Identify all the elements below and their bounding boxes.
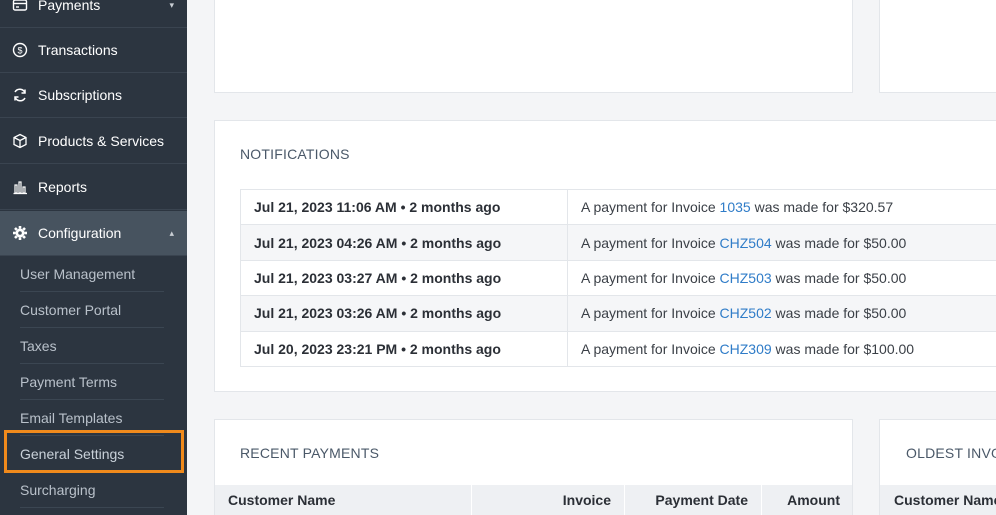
sidebar-subitem-taxes[interactable]: Taxes: [20, 328, 164, 364]
notifications-title: NOTIFICATIONS: [240, 146, 350, 162]
box-icon: [11, 132, 29, 150]
notification-message: A payment for Invoice 1035 was made for …: [568, 190, 996, 224]
sidebar-item-label: Subscriptions: [38, 87, 123, 103]
sidebar-subitem-surcharging[interactable]: Surcharging: [20, 472, 164, 508]
chevron-up-icon: ▴: [169, 227, 174, 238]
column-header-customer-name[interactable]: Customer Name: [215, 485, 472, 515]
sidebar-item-subscriptions[interactable]: Subscriptions: [0, 73, 187, 118]
message-text: was made for $320.57: [750, 199, 894, 216]
table-row: Jul 21, 2023 03:26 AM • 2 months ago A p…: [240, 296, 996, 332]
notification-message: A payment for Invoice CHZ502 was made fo…: [568, 296, 996, 330]
oldest-invoices-header: Customer Name: [880, 485, 996, 515]
top-card-right: [879, 0, 996, 93]
message-text: was made for $50.00: [771, 269, 907, 286]
notification-message: A payment for Invoice CHZ503 was made fo…: [568, 261, 996, 295]
bar-chart-icon: [11, 178, 29, 196]
column-header-payment-date[interactable]: Payment Date: [625, 485, 762, 515]
refresh-icon: [11, 86, 29, 104]
message-text: A payment for Invoice: [581, 199, 720, 216]
message-text: A payment for Invoice: [581, 269, 720, 286]
payments-icon: [11, 0, 29, 14]
notification-message: A payment for Invoice CHZ309 was made fo…: [568, 332, 996, 366]
notifications-table: Jul 21, 2023 11:06 AM • 2 months ago A p…: [240, 189, 996, 367]
sidebar-item-transactions[interactable]: $ Transactions: [0, 28, 187, 73]
sidebar-subitem-customer-portal[interactable]: Customer Portal: [20, 292, 164, 328]
gear-icon: [11, 224, 29, 242]
invoice-link[interactable]: 1035: [720, 199, 751, 215]
sidebar-item-label: Configuration: [38, 225, 122, 241]
sidebar-item-label: Reports: [38, 179, 88, 195]
column-header-customer-name[interactable]: Customer Name: [880, 485, 996, 515]
message-text: A payment for Invoice: [581, 234, 720, 251]
sidebar-item-products-services[interactable]: Products & Services: [0, 119, 187, 164]
notification-message: A payment for Invoice CHZ504 was made fo…: [568, 225, 996, 259]
invoice-link[interactable]: CHZ502: [720, 305, 772, 321]
sidebar: Payments ▾ $ Transactions Subscriptions …: [0, 0, 187, 515]
svg-text:$: $: [17, 46, 22, 56]
message-text: A payment for Invoice: [581, 340, 720, 357]
chevron-down-icon: ▾: [169, 0, 174, 10]
table-row: Jul 21, 2023 11:06 AM • 2 months ago A p…: [240, 190, 996, 226]
message-text: A payment for Invoice: [581, 305, 720, 322]
message-text: was made for $50.00: [771, 305, 907, 322]
sidebar-item-label: Payments: [38, 0, 101, 13]
recent-payments-header: Customer Name Invoice Payment Date Amoun…: [215, 485, 852, 515]
notification-date: Jul 20, 2023 23:21 PM • 2 months ago: [241, 331, 568, 366]
oldest-invoices-title: OLDEST INVO: [906, 445, 996, 461]
dollar-circle-icon: $: [11, 41, 29, 59]
invoice-link[interactable]: CHZ309: [720, 341, 772, 357]
sidebar-subitem-user-management[interactable]: User Management: [20, 256, 164, 292]
recent-payments-title: RECENT PAYMENTS: [240, 445, 380, 461]
sidebar-item-label: Products & Services: [38, 133, 165, 149]
sidebar-item-label: Transactions: [38, 42, 118, 58]
sidebar-item-configuration[interactable]: Configuration ▴: [0, 211, 187, 256]
notification-date: Jul 21, 2023 03:27 AM • 2 months ago: [241, 260, 568, 296]
table-row: Jul 21, 2023 04:26 AM • 2 months ago A p…: [240, 225, 996, 261]
message-text: was made for $100.00: [771, 340, 915, 357]
sidebar-subitem-payment-terms[interactable]: Payment Terms: [20, 364, 164, 400]
sidebar-item-payments[interactable]: Payments ▾: [0, 0, 187, 28]
invoice-link[interactable]: CHZ504: [720, 235, 772, 251]
notification-date: Jul 21, 2023 03:26 AM • 2 months ago: [241, 296, 568, 331]
highlight-box: [4, 430, 184, 473]
table-row: Jul 20, 2023 23:21 PM • 2 months ago A p…: [240, 331, 996, 367]
message-text: was made for $50.00: [771, 234, 907, 251]
notification-date: Jul 21, 2023 11:06 AM • 2 months ago: [241, 190, 568, 225]
sidebar-item-reports[interactable]: Reports: [0, 165, 187, 210]
notification-date: Jul 21, 2023 04:26 AM • 2 months ago: [241, 225, 568, 260]
column-header-amount[interactable]: Amount: [762, 485, 852, 515]
top-card-left: [214, 0, 853, 93]
table-row: Jul 21, 2023 03:27 AM • 2 months ago A p…: [240, 260, 996, 297]
column-header-invoice[interactable]: Invoice: [472, 485, 625, 515]
invoice-link[interactable]: CHZ503: [720, 270, 772, 286]
